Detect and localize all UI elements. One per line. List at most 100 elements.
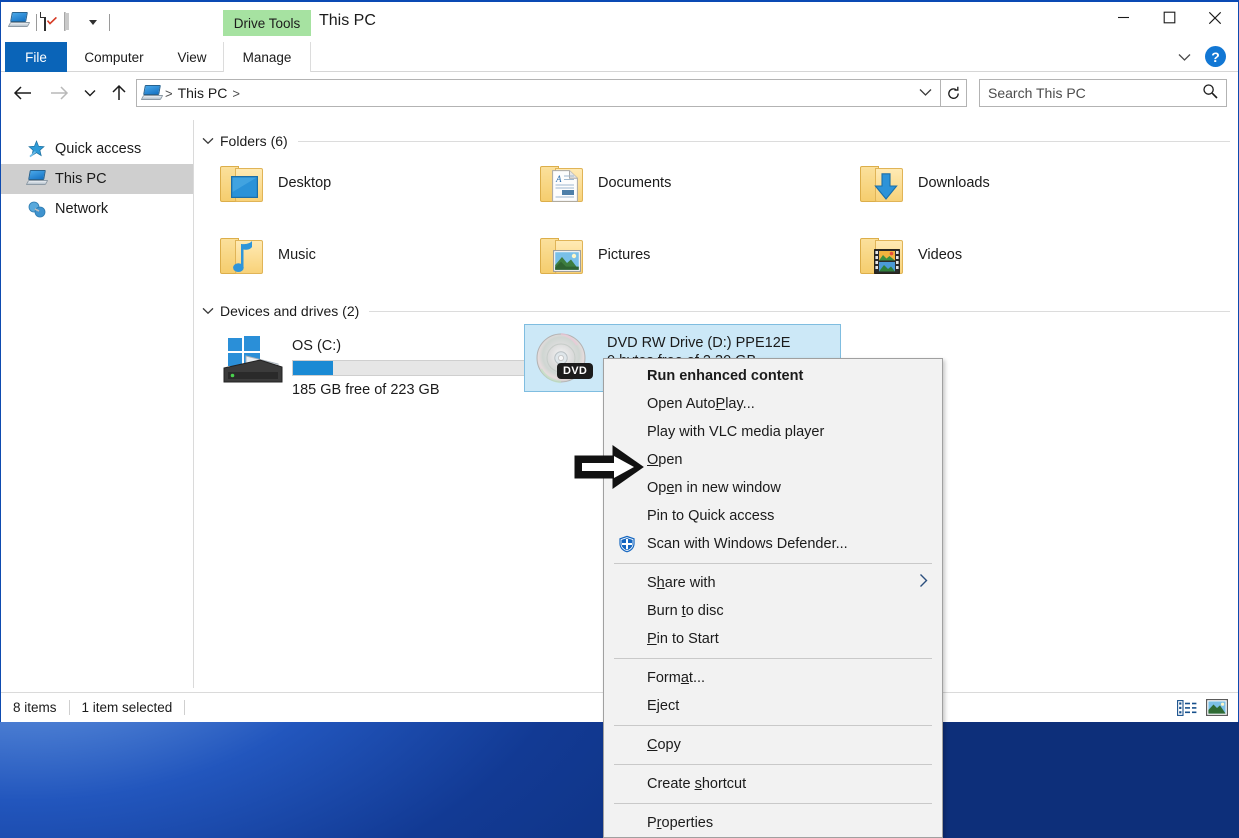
close-icon[interactable] <box>1192 2 1238 33</box>
group-title: Folders (6) <box>220 133 288 149</box>
folder-downloads-icon <box>860 164 904 202</box>
chevron-down-icon[interactable] <box>202 132 214 150</box>
folder-pictures-icon <box>540 236 584 274</box>
minimize-icon[interactable] <box>1100 2 1146 33</box>
this-pc-icon[interactable] <box>7 12 31 32</box>
breadcrumb-separator-2[interactable]: > <box>232 86 240 101</box>
qat-divider-2 <box>109 13 110 31</box>
large-icons-view-button[interactable] <box>1206 698 1228 718</box>
forward-button[interactable] <box>45 80 73 106</box>
drive-tile-os-c[interactable]: OS (C:) 185 GB free of 223 GB <box>214 328 532 404</box>
qat-divider <box>36 13 37 31</box>
menu-item-copy[interactable]: Copy <box>604 731 942 759</box>
chevron-down-icon[interactable] <box>202 302 214 320</box>
properties-icon[interactable] <box>44 12 64 32</box>
contextual-tab-group-drive-tools: Drive Tools <box>223 10 311 36</box>
chevron-right-icon <box>919 574 928 593</box>
refresh-icon <box>948 86 959 99</box>
menu-item-burn-to-disc[interactable]: Burn to disc <box>604 597 942 625</box>
group-header-devices-and-drives[interactable]: Devices and drives (2) <box>202 302 1230 320</box>
menu-item-run-enhanced-content[interactable]: Run enhanced content <box>604 362 942 390</box>
list-item-documents[interactable]: A Documents <box>540 164 671 202</box>
menu-item-properties[interactable]: Properties <box>604 809 942 837</box>
list-item-label: Pictures <box>598 247 651 263</box>
recent-locations-caret-icon[interactable] <box>79 80 101 106</box>
title-bar: Drive Tools This PC <box>1 2 1238 42</box>
ribbon-tab-row: File Computer View Manage ? <box>1 42 1238 72</box>
customize-qat-caret-icon[interactable] <box>84 12 102 32</box>
sidebar-item-network[interactable]: Network <box>1 194 193 224</box>
list-item-desktop[interactable]: Desktop <box>220 164 331 202</box>
expand-ribbon-caret-icon[interactable] <box>1174 48 1194 66</box>
window-controls <box>1100 2 1238 33</box>
tab-manage[interactable]: Manage <box>223 42 311 72</box>
menu-item-pin-to-start[interactable]: Pin to Start <box>604 625 942 653</box>
list-item-pictures[interactable]: Pictures <box>540 236 650 274</box>
list-item-music[interactable]: Music <box>220 236 316 274</box>
menu-item-format[interactable]: Format... <box>604 664 942 692</box>
quick-access-toolbar <box>7 10 117 34</box>
sidebar-item-label: Quick access <box>55 141 142 157</box>
folder-music-icon <box>220 236 264 274</box>
menu-item-pin-to-quick-access[interactable]: Pin to Quick access <box>604 502 942 530</box>
search-input[interactable]: Search This PC <box>979 79 1227 107</box>
list-item-label: Music <box>278 247 316 263</box>
sidebar-item-label: This PC <box>55 171 107 187</box>
tab-computer[interactable]: Computer <box>71 42 157 72</box>
back-button[interactable] <box>9 80 37 106</box>
menu-item-label: Copy <box>647 737 681 753</box>
drive-info: OS (C:) 185 GB free of 223 GB <box>292 338 532 398</box>
menu-item-open-autoplay[interactable]: Open AutoPlay... <box>604 390 942 418</box>
check-mark-icon <box>47 17 57 25</box>
this-pc-icon <box>25 170 49 188</box>
large-icons-view-icon <box>1206 699 1228 716</box>
menu-item-play-with-vlc-media-player[interactable]: Play with VLC media player <box>604 418 942 446</box>
svg-text:A: A <box>555 174 562 184</box>
menu-item-create-shortcut[interactable]: Create shortcut <box>604 770 942 798</box>
menu-item-scan-with-windows-defender[interactable]: Scan with Windows Defender... <box>604 530 942 558</box>
tab-file[interactable]: File <box>5 42 67 72</box>
menu-item-label: Play with VLC media player <box>647 424 825 440</box>
chevron-down-icon[interactable] <box>919 84 932 102</box>
tab-view[interactable]: View <box>161 42 223 72</box>
tab-file-label: File <box>25 49 47 65</box>
details-view-button[interactable] <box>1176 698 1198 718</box>
drive-name: OS (C:) <box>292 338 342 354</box>
help-button[interactable]: ? <box>1205 46 1226 67</box>
menu-item-label: Open AutoPlay... <box>647 396 755 412</box>
new-folder-icon[interactable] <box>64 12 84 32</box>
maximize-icon[interactable] <box>1146 2 1192 33</box>
status-divider-2 <box>184 700 186 715</box>
up-button[interactable] <box>106 80 132 106</box>
list-item-label: Documents <box>598 175 672 191</box>
menu-item-open-in-new-window[interactable]: Open in new window <box>604 474 942 502</box>
menu-separator <box>614 563 932 564</box>
list-item-downloads[interactable]: Downloads <box>860 164 990 202</box>
help-label: ? <box>1211 48 1220 65</box>
sidebar-item-this-pc[interactable]: This PC <box>1 164 193 194</box>
menu-separator-2 <box>614 658 932 659</box>
refresh-button[interactable] <box>941 79 967 107</box>
menu-item-label: Share with <box>647 575 716 591</box>
this-pc-icon[interactable] <box>140 85 164 101</box>
search-icon[interactable] <box>1202 83 1218 104</box>
tab-manage-label: Manage <box>242 49 292 65</box>
menu-item-open[interactable]: Open <box>604 446 942 474</box>
hard-drive-icon <box>220 334 284 388</box>
menu-item-label: Pin to Quick access <box>647 508 775 524</box>
details-view-icon <box>1177 699 1197 716</box>
drive-name: DVD RW Drive (D:) PPE12E <box>607 335 791 351</box>
folder-documents-icon: A <box>540 164 584 202</box>
breadcrumb-this-pc[interactable]: This PC <box>178 85 228 101</box>
sidebar-item-quick-access[interactable]: Quick access <box>1 134 193 164</box>
menu-item-share-with[interactable]: Share with <box>604 569 942 597</box>
menu-item-label: Eject <box>647 698 680 714</box>
address-bar[interactable]: > This PC > <box>136 79 941 107</box>
drive-free-text: 185 GB free of 223 GB <box>292 382 440 398</box>
menu-item-label: Create shortcut <box>647 776 747 792</box>
menu-item-label: Run enhanced content <box>647 368 804 384</box>
menu-item-eject[interactable]: Eject <box>604 692 942 720</box>
list-item-videos[interactable]: Videos <box>860 236 962 274</box>
group-title: Devices and drives (2) <box>220 303 360 319</box>
group-header-folders[interactable]: Folders (6) <box>202 132 1230 150</box>
